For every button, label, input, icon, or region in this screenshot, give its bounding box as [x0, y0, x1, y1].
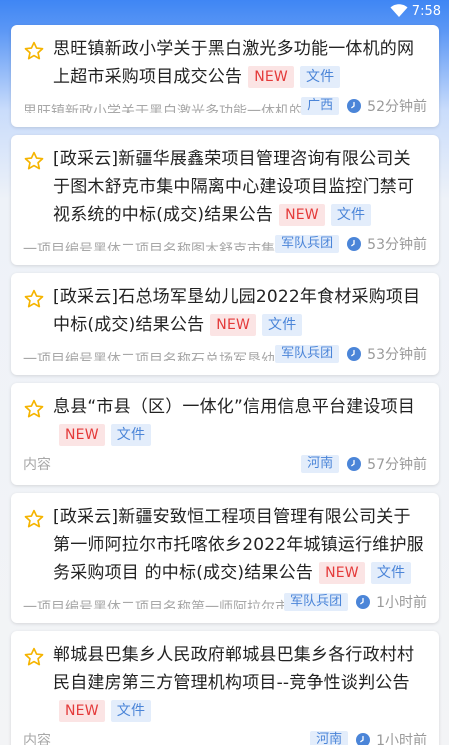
star-outline-icon[interactable]: [23, 150, 45, 172]
item-title-text: 思旺镇新政小学关于黑白激光多功能一体机的网上超市采购项目成交公告: [53, 39, 415, 87]
star-outline-icon[interactable]: [23, 508, 45, 530]
list-item[interactable]: [政采云]新疆安致恒工程项目管理有限公司关于第一师阿拉尔市托喀依乡2022年城镇…: [11, 493, 439, 623]
time-ago: 53分钟前: [367, 347, 427, 363]
star-outline-icon[interactable]: [23, 646, 45, 668]
new-badge: NEW: [59, 700, 105, 722]
item-title-text: 郸城县巴集乡人民政府郸城县巴集乡各行政村村民自建房第三方管理机构项目--竞争性谈…: [53, 645, 415, 693]
list-item[interactable]: [政采云]新疆华展鑫荣项目管理咨询有限公司关于图木舒克市集中隔离中心建设项目监控…: [11, 135, 439, 265]
time-ago: 52分钟前: [367, 99, 427, 115]
region-tag: 军队兵团: [275, 345, 340, 363]
star-outline-icon[interactable]: [23, 40, 45, 62]
star-outline-icon[interactable]: [23, 288, 45, 310]
time-ago: 1小时前: [376, 733, 427, 745]
time-ago: 1小时前: [376, 595, 427, 611]
item-title[interactable]: 息县“市县（区）一体化”信用信息平台建设项目 NEW 文件: [53, 393, 427, 449]
time-ago: 57分钟前: [367, 457, 427, 473]
status-bar: 7:58: [0, 0, 449, 22]
new-badge: NEW: [59, 424, 105, 446]
clock-icon: [347, 237, 362, 251]
clock-icon: [347, 457, 362, 471]
item-summary: 内容: [23, 733, 51, 745]
new-badge: NEW: [210, 314, 257, 336]
item-title[interactable]: 郸城县巴集乡人民政府郸城县巴集乡各行政村村民自建房第三方管理机构项目--竞争性谈…: [53, 641, 427, 725]
status-time: 7:58: [411, 3, 441, 19]
item-summary: 一项目编号黑体二项目名称第一师阿拉尔市: [23, 600, 285, 609]
item-summary: 一项目编号黑体二项目名称图木舒克市集中: [23, 242, 276, 251]
region-tag: 广西: [301, 97, 340, 115]
item-title[interactable]: [政采云]新疆华展鑫荣项目管理咨询有限公司关于图木舒克市集中隔离中心建设项目监控…: [53, 145, 427, 229]
region-tag: 河南: [310, 731, 349, 745]
item-title[interactable]: [政采云]新疆安致恒工程项目管理有限公司关于第一师阿拉尔市托喀依乡2022年城镇…: [53, 503, 427, 587]
region-tag: 军队兵团: [275, 235, 340, 253]
wifi-icon: [390, 4, 408, 17]
new-badge: NEW: [279, 204, 325, 226]
file-tag: 文件: [110, 700, 152, 722]
region-tag: 军队兵团: [284, 593, 349, 611]
star-outline-icon[interactable]: [23, 398, 45, 420]
list-item[interactable]: 郸城县巴集乡人民政府郸城县巴集乡各行政村村民自建房第三方管理机构项目--竞争性谈…: [11, 631, 439, 745]
list-item[interactable]: [政采云]石总场军垦幼儿园2022年食材采购项目中标(成交)结果公告 NEW 文件 …: [11, 273, 439, 375]
item-title[interactable]: [政采云]石总场军垦幼儿园2022年食材采购项目中标(成交)结果公告 NEW 文件: [53, 283, 427, 339]
item-title-text: [政采云]新疆安致恒工程项目管理有限公司关于第一师阿拉尔市托喀依乡2022年城镇…: [53, 507, 424, 583]
file-tag: 文件: [262, 314, 303, 336]
file-tag: 文件: [370, 562, 412, 584]
file-tag: 文件: [299, 66, 341, 88]
file-tag: 文件: [330, 204, 372, 226]
new-badge: NEW: [248, 66, 294, 88]
clock-icon: [356, 595, 371, 609]
clock-icon: [356, 733, 371, 745]
item-title-text: 息县“市县（区）一体化”信用信息平台建设项目: [53, 397, 416, 417]
file-tag: 文件: [110, 424, 152, 446]
item-summary: 一项目编号黑体二项目名称石总场军垦幼儿: [23, 352, 276, 361]
region-tag: 河南: [301, 455, 340, 473]
list-item[interactable]: 息县“市县（区）一体化”信用信息平台建设项目 NEW 文件 内容 河南 57分钟前: [11, 383, 439, 485]
clock-icon: [347, 347, 362, 361]
new-badge: NEW: [319, 562, 365, 584]
item-summary: 内容: [23, 457, 51, 473]
list-item[interactable]: 思旺镇新政小学关于黑白激光多功能一体机的网上超市采购项目成交公告 NEW 文件 思旺…: [11, 25, 439, 127]
time-ago: 53分钟前: [367, 237, 427, 253]
announcement-list[interactable]: 思旺镇新政小学关于黑白激光多功能一体机的网上超市采购项目成交公告 NEW 文件 思旺…: [11, 25, 439, 745]
item-title[interactable]: 思旺镇新政小学关于黑白激光多功能一体机的网上超市采购项目成交公告 NEW 文件: [53, 35, 427, 91]
clock-icon: [347, 99, 362, 113]
item-summary: 思旺镇新政小学关于黑白激光多功能一体机的: [23, 104, 302, 113]
